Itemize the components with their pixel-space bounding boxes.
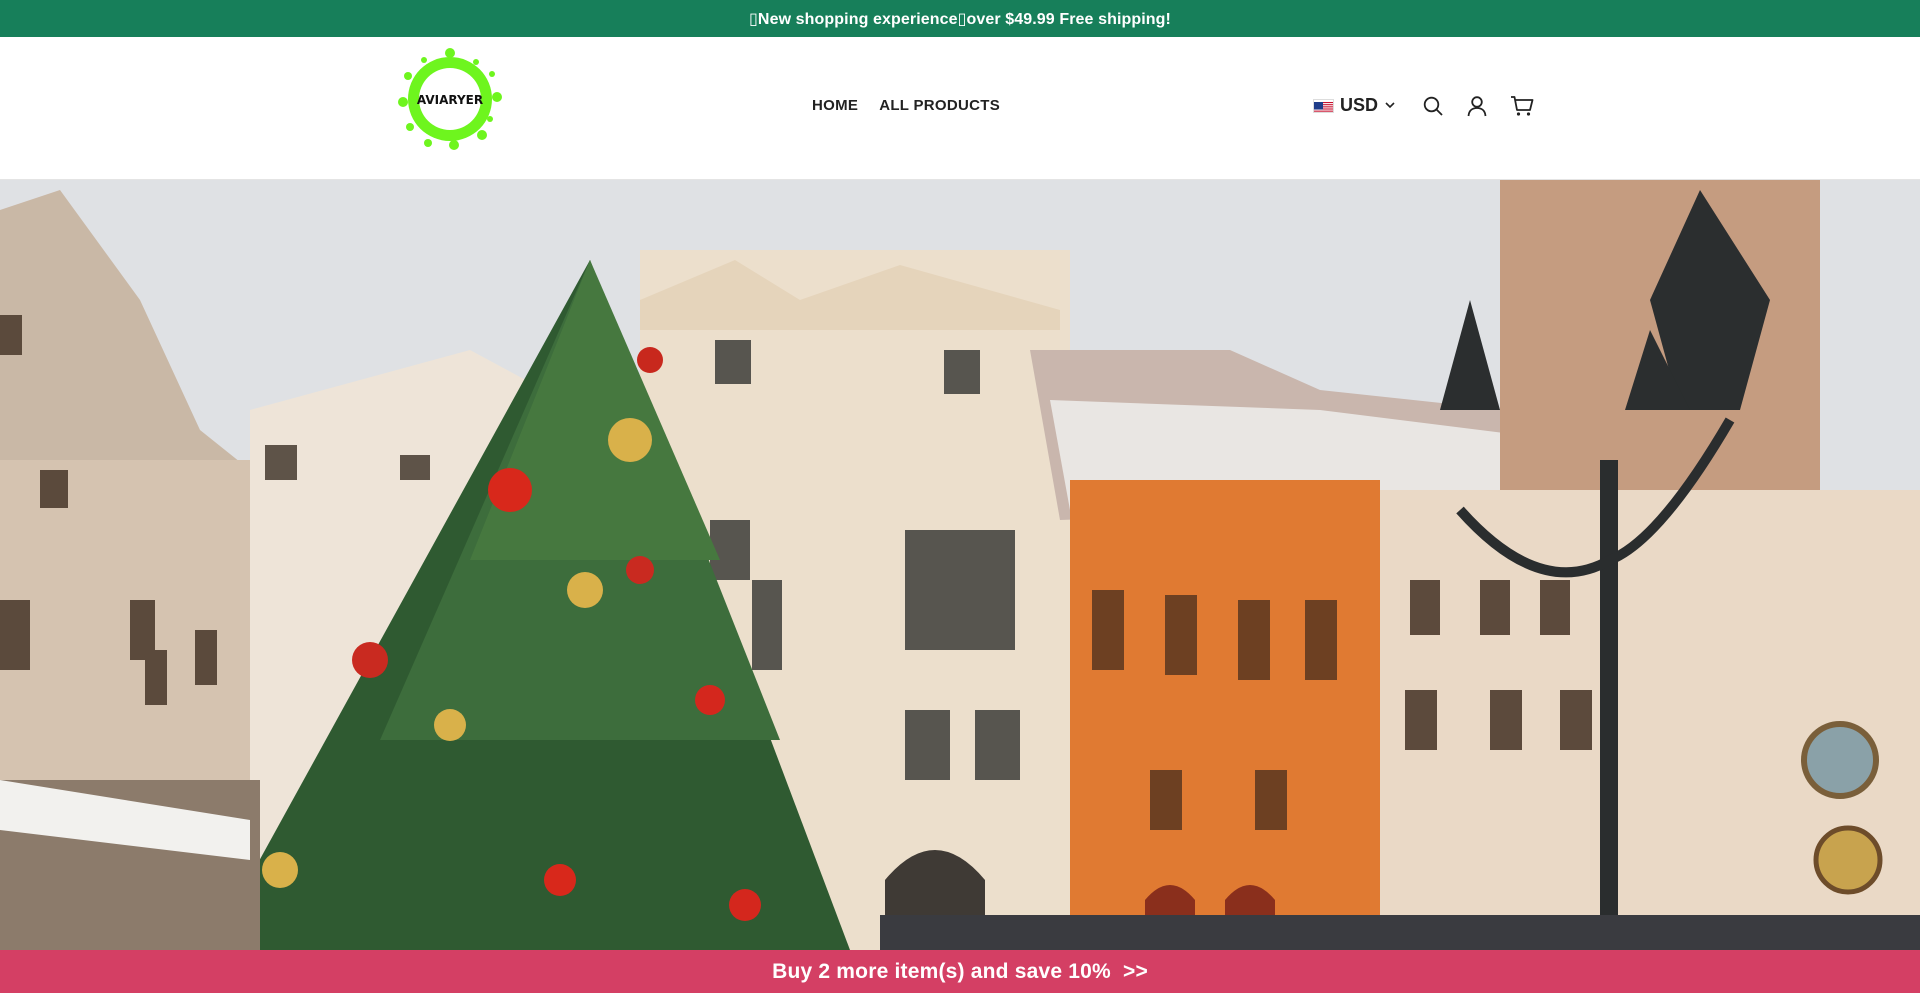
announcement-text: ▯New shopping experience▯over $49.99 Fre… xyxy=(749,10,1171,28)
promo-bar[interactable]: Buy 2 more item(s) and save 10% >> xyxy=(0,950,1920,993)
main-nav: HOME ALL PRODUCTS xyxy=(812,97,1000,114)
nav-home[interactable]: HOME xyxy=(812,97,858,114)
logo-splash-icon: AVIARYER xyxy=(398,48,502,150)
search-icon[interactable] xyxy=(1420,93,1446,119)
announcement-bar: ▯New shopping experience▯over $49.99 Fre… xyxy=(0,0,1920,37)
currency-code: USD xyxy=(1340,95,1379,115)
cart-icon[interactable] xyxy=(1509,93,1535,119)
currency-selector[interactable]: USD xyxy=(1313,95,1396,116)
svg-text:AVIARYER: AVIARYER xyxy=(417,93,483,107)
site-header: AVIARYER HOME ALL PRODUCTS USD xyxy=(0,37,1920,180)
logo[interactable]: AVIARYER xyxy=(394,47,506,151)
promo-text: Buy 2 more item(s) and save 10% >> xyxy=(772,959,1148,983)
us-flag-icon xyxy=(1313,98,1334,113)
chevron-down-icon xyxy=(1384,95,1396,116)
hero-banner-image[interactable] xyxy=(0,180,1920,950)
account-icon[interactable] xyxy=(1464,93,1490,119)
nav-all-products[interactable]: ALL PRODUCTS xyxy=(879,97,1000,114)
hero-scene-image xyxy=(0,180,1920,950)
